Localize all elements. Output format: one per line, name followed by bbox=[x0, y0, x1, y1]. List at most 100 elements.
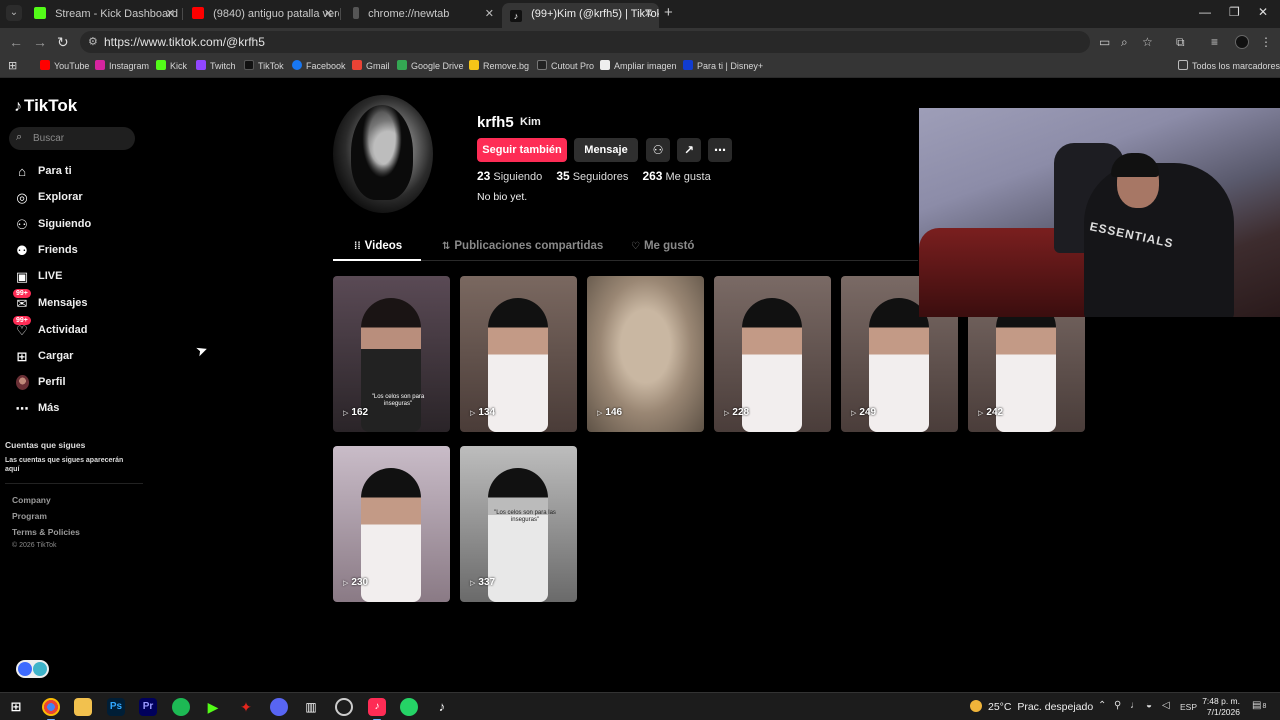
bookmark-twitch[interactable]: Twitch bbox=[196, 60, 236, 71]
tab-search-button[interactable]: ⌄ bbox=[6, 5, 22, 21]
extension-toggle[interactable] bbox=[16, 660, 49, 678]
browser-tab-newtab[interactable]: chrome://newtab ✕ bbox=[345, 3, 500, 25]
taskbar-clock[interactable]: 7:48 p. m. 7/1/2026 bbox=[1196, 696, 1240, 718]
volume-icon[interactable]: ◁ bbox=[1162, 700, 1170, 711]
bookmark-star-icon[interactable]: ☆ bbox=[1142, 35, 1153, 49]
tab-videos[interactable]: ⁞⁞ Videos bbox=[354, 240, 402, 252]
video-thumbnail[interactable]: "Los celos son para las inseguras" ▷ 337 bbox=[460, 446, 577, 602]
obs-icon[interactable] bbox=[335, 698, 353, 716]
notifications-icon[interactable]: ▤8 bbox=[1252, 700, 1266, 711]
tiktok-app-icon[interactable]: ♪ bbox=[368, 698, 386, 720]
tiktok-live-icon[interactable]: ♪ bbox=[433, 698, 451, 716]
share-icon[interactable]: ↗ bbox=[677, 138, 701, 162]
search-input[interactable] bbox=[33, 131, 128, 146]
photoshop-icon[interactable]: Ps bbox=[107, 698, 125, 716]
tab-close-icon[interactable]: ✕ bbox=[324, 3, 333, 25]
back-icon[interactable]: ← bbox=[9, 34, 23, 50]
spotify-icon[interactable] bbox=[172, 698, 190, 716]
browser-tab-youtube[interactable]: (9840) antiguo patalla verde - Y ✕ bbox=[184, 3, 339, 25]
microphone-icon[interactable]: ♩ bbox=[1130, 700, 1140, 711]
chrome-menu-icon[interactable]: ⋮ bbox=[1260, 35, 1272, 49]
follow-button[interactable]: Seguir también bbox=[477, 138, 567, 162]
bookmark-google-drive[interactable]: Google Drive bbox=[397, 60, 464, 71]
browser-tab-kick[interactable]: Stream - Kick Dashboard ✕ bbox=[26, 3, 181, 25]
bookmark-label: Remove.bg bbox=[483, 61, 530, 71]
bookmark-cutout-pro[interactable]: Cutout Pro bbox=[537, 60, 594, 71]
message-button[interactable]: Mensaje bbox=[574, 138, 638, 162]
sidebar-item-cargar[interactable]: ⊞ Cargar bbox=[13, 347, 138, 367]
bookmark-kick[interactable]: Kick bbox=[156, 60, 187, 71]
video-thumbnail[interactable]: ▷ 146 bbox=[587, 276, 704, 432]
apps-grid-icon[interactable]: ⊞ bbox=[8, 59, 17, 72]
language-indicator[interactable]: ESP bbox=[1180, 702, 1197, 712]
premiere-icon[interactable]: Pr bbox=[139, 698, 157, 716]
sidebar-item-explorar[interactable]: ◎ Explorar bbox=[13, 188, 138, 208]
zoom-icon[interactable]: ⌕ bbox=[1121, 35, 1128, 50]
new-tab-icon[interactable]: + bbox=[664, 4, 673, 21]
footer-link-company[interactable]: Company bbox=[12, 495, 51, 505]
browser-tab-tiktok[interactable]: ♪ (99+)Kim (@krfh5) | TikTok ✕ bbox=[502, 3, 659, 28]
bookmark-tiktok[interactable]: TikTok bbox=[244, 60, 284, 71]
kick-app-icon[interactable]: ▶ bbox=[204, 698, 222, 716]
browser-profile-avatar[interactable] bbox=[1235, 35, 1249, 49]
file-explorer-icon[interactable] bbox=[74, 698, 92, 716]
stat-followers[interactable]: 35 Seguidores bbox=[556, 169, 628, 183]
stat-following[interactable]: 23 Siguiendo bbox=[477, 169, 542, 183]
messages-icon: ✉ bbox=[16, 296, 28, 311]
bookmark-ampliar-imagen[interactable]: Ampliar imagen bbox=[600, 60, 677, 71]
bookmark-removebg[interactable]: Remove.bg bbox=[469, 60, 529, 71]
windows-start-icon[interactable]: ⊞ bbox=[7, 698, 25, 716]
footer-link-program[interactable]: Program bbox=[12, 511, 47, 521]
discord-icon[interactable] bbox=[270, 698, 288, 716]
sidebar-item-mas[interactable]: ⋯ Más bbox=[13, 399, 138, 419]
search-box[interactable]: ⌕ bbox=[9, 127, 135, 150]
bookmark-facebook[interactable]: Facebook bbox=[292, 60, 346, 71]
tab-close-icon[interactable]: ✕ bbox=[485, 3, 494, 25]
media-control-icon[interactable]: ≡ bbox=[1211, 35, 1218, 49]
app-red-icon[interactable]: ✦ bbox=[237, 698, 255, 716]
video-thumbnail[interactable]: "Los celos son para inseguras" ▷ 162 bbox=[333, 276, 450, 432]
tray-app-icon[interactable]: ⚲ bbox=[1114, 700, 1121, 711]
all-bookmarks[interactable]: Todos los marcadores bbox=[1178, 60, 1280, 71]
footer-link-terms[interactable]: Terms & Policies bbox=[12, 527, 80, 537]
minimize-icon[interactable]: — bbox=[1199, 5, 1211, 19]
sidebar-item-perfil[interactable]: Perfil bbox=[13, 373, 138, 393]
tab-me-gusto[interactable]: ♡ Me gustó bbox=[631, 240, 694, 252]
tiktok-logo[interactable]: ♪ TikTok bbox=[14, 96, 77, 116]
bookmark-disney[interactable]: Para ti | Disney+ bbox=[683, 60, 763, 71]
site-info-icon[interactable]: ⚙ bbox=[88, 35, 98, 48]
chrome-app-icon[interactable] bbox=[42, 698, 60, 720]
more-options-icon[interactable]: ⋯ bbox=[708, 138, 732, 162]
forward-icon[interactable]: → bbox=[33, 34, 47, 50]
tab-close-icon[interactable]: ✕ bbox=[644, 3, 653, 25]
profile-avatar[interactable] bbox=[333, 95, 433, 213]
sidebar-item-mensajes[interactable]: ✉ 99+ Mensajes bbox=[13, 289, 138, 314]
tab-close-icon[interactable]: ✕ bbox=[166, 3, 175, 25]
url-text[interactable]: https://www.tiktok.com/@krfh5 bbox=[104, 35, 265, 49]
audio-app-icon[interactable]: ▥ bbox=[302, 698, 320, 716]
network-icon[interactable]: ◒ bbox=[1146, 700, 1152, 711]
extensions-icon[interactable]: ⧉ bbox=[1176, 35, 1185, 50]
video-thumbnail[interactable]: ▷ 134 bbox=[460, 276, 577, 432]
sidebar-item-siguiendo[interactable]: ⚇ Siguiendo bbox=[13, 215, 138, 235]
sidebar-item-actividad[interactable]: ♡ 99+ Actividad bbox=[13, 316, 138, 341]
bookmark-youtube[interactable]: YouTube bbox=[40, 60, 89, 71]
tab-publicaciones-compartidas[interactable]: ⇅ Publicaciones compartidas bbox=[442, 240, 603, 252]
bookmark-gmail[interactable]: Gmail bbox=[352, 60, 390, 71]
address-bar[interactable]: ⚙ https://www.tiktok.com/@krfh5 bbox=[80, 31, 1090, 53]
sidebar-item-para-ti[interactable]: ⌂ Para ti bbox=[13, 162, 138, 182]
video-thumbnail[interactable]: ▷ 228 bbox=[714, 276, 831, 432]
whatsapp-icon[interactable] bbox=[400, 698, 418, 716]
sidebar-item-live[interactable]: ▣ LIVE bbox=[13, 267, 138, 287]
sidebar-item-friends[interactable]: ⚉ Friends bbox=[13, 241, 138, 261]
add-friend-icon[interactable]: ⚇ bbox=[646, 138, 670, 162]
reload-icon[interactable]: ↻ bbox=[57, 34, 69, 51]
restore-icon[interactable]: ❐ bbox=[1229, 5, 1240, 19]
weather-widget[interactable]: 25°C Prac. despejado bbox=[970, 700, 1093, 713]
tray-overflow-icon[interactable]: ⌃ bbox=[1098, 700, 1106, 711]
video-thumbnail[interactable]: ▷ 230 bbox=[333, 446, 450, 602]
cast-icon[interactable]: ▭ bbox=[1099, 35, 1110, 49]
bookmark-label: Instagram bbox=[109, 61, 150, 71]
close-window-icon[interactable]: ✕ bbox=[1258, 5, 1268, 19]
bookmark-instagram[interactable]: Instagram bbox=[95, 60, 149, 71]
